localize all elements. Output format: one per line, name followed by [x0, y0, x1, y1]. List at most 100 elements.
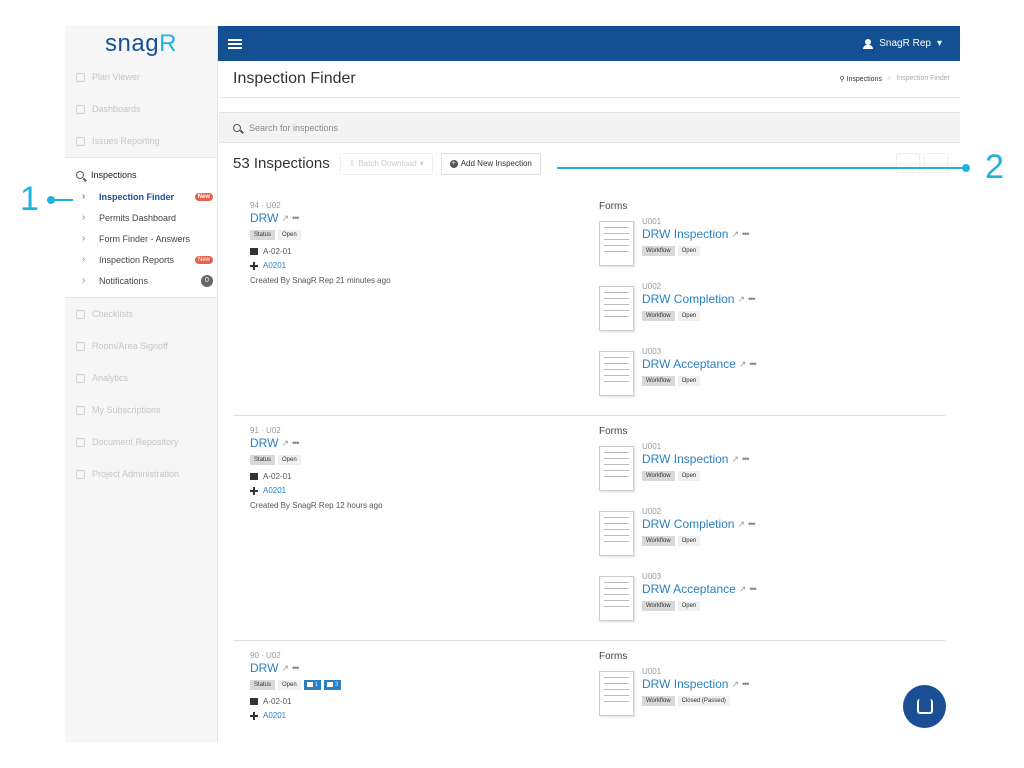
sidebar-item-dashboards[interactable]: Dashboards	[65, 93, 217, 125]
record-name-link[interactable]: DRW ↗ •••	[250, 211, 570, 225]
more-icon[interactable]: •••	[292, 663, 300, 673]
external-link-icon[interactable]: ↗	[281, 213, 289, 224]
location: A-02-01	[250, 697, 570, 706]
form-thumbnail[interactable]	[599, 576, 634, 621]
more-icon[interactable]: •••	[749, 359, 757, 369]
sidebar-item-room-signoff[interactable]: Room/Area Signoff	[65, 330, 217, 362]
logo[interactable]: snag R	[65, 26, 217, 61]
arrow-icon	[76, 341, 85, 351]
more-icon[interactable]: •••	[292, 438, 300, 448]
dashboard-icon	[76, 104, 85, 114]
form-item: U002 DRW Completion ↗ ••• Workflow Open	[599, 282, 939, 347]
more-icon[interactable]: •••	[742, 229, 750, 239]
pin-count-badge[interactable]: 3	[324, 680, 342, 691]
external-link-icon[interactable]: ↗	[731, 454, 739, 465]
sidebar-item-inspection-finder[interactable]: › Inspection Finder New	[65, 186, 217, 207]
external-link-icon[interactable]: ↗	[737, 294, 745, 305]
form-name-link[interactable]: DRW Inspection ↗ •••	[642, 227, 750, 241]
external-link-icon[interactable]: ↗	[281, 438, 289, 449]
map-icon	[250, 698, 258, 706]
form-id: U001	[642, 667, 662, 676]
user-icon	[863, 38, 874, 49]
chevron-right-icon: ›	[82, 191, 86, 202]
forms-heading: Forms	[599, 651, 628, 662]
workflow-badge: Workflow Open	[642, 311, 754, 321]
form-thumbnail[interactable]	[599, 511, 634, 556]
record-id: 94 · U02	[250, 201, 281, 210]
search-bar[interactable]: Search for inspections	[219, 112, 960, 143]
form-name-link[interactable]: DRW Inspection ↗ •••	[642, 677, 750, 691]
search-input[interactable]: Search for inspections	[249, 123, 338, 133]
more-icon[interactable]: •••	[292, 213, 300, 223]
form-thumbnail[interactable]	[599, 286, 634, 331]
folder-count-badge[interactable]: 1	[303, 680, 322, 691]
sidebar-item-form-finder[interactable]: › Form Finder - Answers	[65, 228, 217, 249]
form-item: U003 DRW Acceptance ↗ ••• Workflow Open	[599, 572, 939, 637]
sidebar-item-analytics[interactable]: Analytics	[65, 362, 217, 394]
room-link[interactable]: A0201	[250, 711, 570, 720]
chat-launcher-button[interactable]	[903, 685, 946, 728]
pin-icon	[327, 682, 334, 687]
more-icon[interactable]: •••	[742, 454, 750, 464]
more-icon[interactable]: •••	[748, 519, 756, 529]
sidebar-item-inspection-reports[interactable]: › Inspection Reports New	[65, 249, 217, 270]
form-name-link[interactable]: DRW Inspection ↗ •••	[642, 452, 750, 466]
external-link-icon[interactable]: ↗	[281, 663, 289, 674]
form-name-link[interactable]: DRW Completion ↗ •••	[642, 517, 756, 531]
chevron-right-icon: ›	[82, 254, 86, 265]
record-name-link[interactable]: DRW ↗ •••	[250, 436, 570, 450]
chart-icon	[76, 373, 85, 383]
external-link-icon[interactable]: ↗	[731, 229, 739, 240]
chat-icon	[916, 699, 933, 714]
add-new-inspection-button[interactable]: + Add New Inspection	[440, 152, 541, 175]
room-link[interactable]: A0201	[250, 486, 570, 495]
sidebar-item-project-admin[interactable]: Project Administration	[65, 458, 217, 490]
sidebar-item-permits-dashboard[interactable]: › Permits Dashboard	[65, 207, 217, 228]
sidebar-item-document-repository[interactable]: Document Repository	[65, 426, 217, 458]
forms-heading: Forms	[599, 426, 628, 437]
sidebar-item-issues-reporting[interactable]: Issues Reporting	[65, 125, 217, 157]
external-link-icon[interactable]: ↗	[739, 359, 747, 370]
map-icon	[250, 248, 258, 255]
record-name-link[interactable]: DRW ↗ •••	[250, 661, 570, 675]
form-name-link[interactable]: DRW Completion ↗ •••	[642, 292, 756, 306]
breadcrumb-inspections[interactable]: ⚲ Inspections	[839, 75, 882, 83]
form-thumbnail[interactable]	[599, 221, 634, 266]
callout-line	[51, 199, 73, 201]
external-link-icon[interactable]: ↗	[731, 679, 739, 690]
workflow-badge: Workflow Open	[642, 246, 748, 256]
record-details: 90 · U02 DRW ↗ ••• Status Open 1 3 A-02-01 …	[250, 651, 570, 720]
form-name-link[interactable]: DRW Acceptance ↗ •••	[642, 582, 757, 596]
caret-down-icon: ▾	[419, 159, 424, 168]
sidebar-item-notifications[interactable]: › Notifications 0	[65, 270, 217, 291]
sidebar-item-checklists[interactable]: Checklists	[65, 298, 217, 330]
hamburger-menu-icon[interactable]	[228, 38, 242, 49]
sidebar-item-plan-viewer[interactable]: Plan Viewer	[65, 61, 217, 93]
form-id: U002	[642, 507, 662, 516]
batch-download-button[interactable]: ⇩ Batch Download ▾	[339, 152, 433, 175]
form-id: U001	[642, 442, 662, 451]
form-item: U001 DRW Inspection ↗ ••• Workflow Open	[599, 442, 939, 507]
form-thumbnail[interactable]	[599, 446, 634, 491]
form-thumbnail[interactable]	[599, 351, 634, 396]
checklist-icon	[76, 309, 85, 319]
form-id: U003	[642, 347, 662, 356]
workflow-badge: Workflow Open	[642, 376, 756, 386]
external-link-icon[interactable]: ↗	[737, 519, 745, 530]
user-menu[interactable]: SnagR Rep ▾	[863, 38, 942, 49]
form-thumbnail[interactable]	[599, 671, 634, 716]
more-icon[interactable]: •••	[748, 294, 756, 304]
more-icon[interactable]: •••	[749, 584, 757, 594]
callout-number-1: 1	[20, 180, 39, 218]
plus-circle-icon: +	[449, 159, 458, 168]
external-link-icon[interactable]: ↗	[739, 584, 747, 595]
room-link[interactable]: A0201	[250, 261, 570, 270]
sidebar-item-inspections[interactable]: Inspections	[65, 164, 217, 186]
list-view-icon[interactable]	[896, 153, 920, 173]
document-icon	[76, 437, 85, 447]
more-icon[interactable]: •••	[742, 679, 750, 689]
form-name-link[interactable]: DRW Acceptance ↗ •••	[642, 357, 757, 371]
envelope-icon	[76, 405, 85, 415]
grid-view-icon[interactable]	[924, 153, 948, 173]
sidebar-item-subscriptions[interactable]: My Subscriptions	[65, 394, 217, 426]
